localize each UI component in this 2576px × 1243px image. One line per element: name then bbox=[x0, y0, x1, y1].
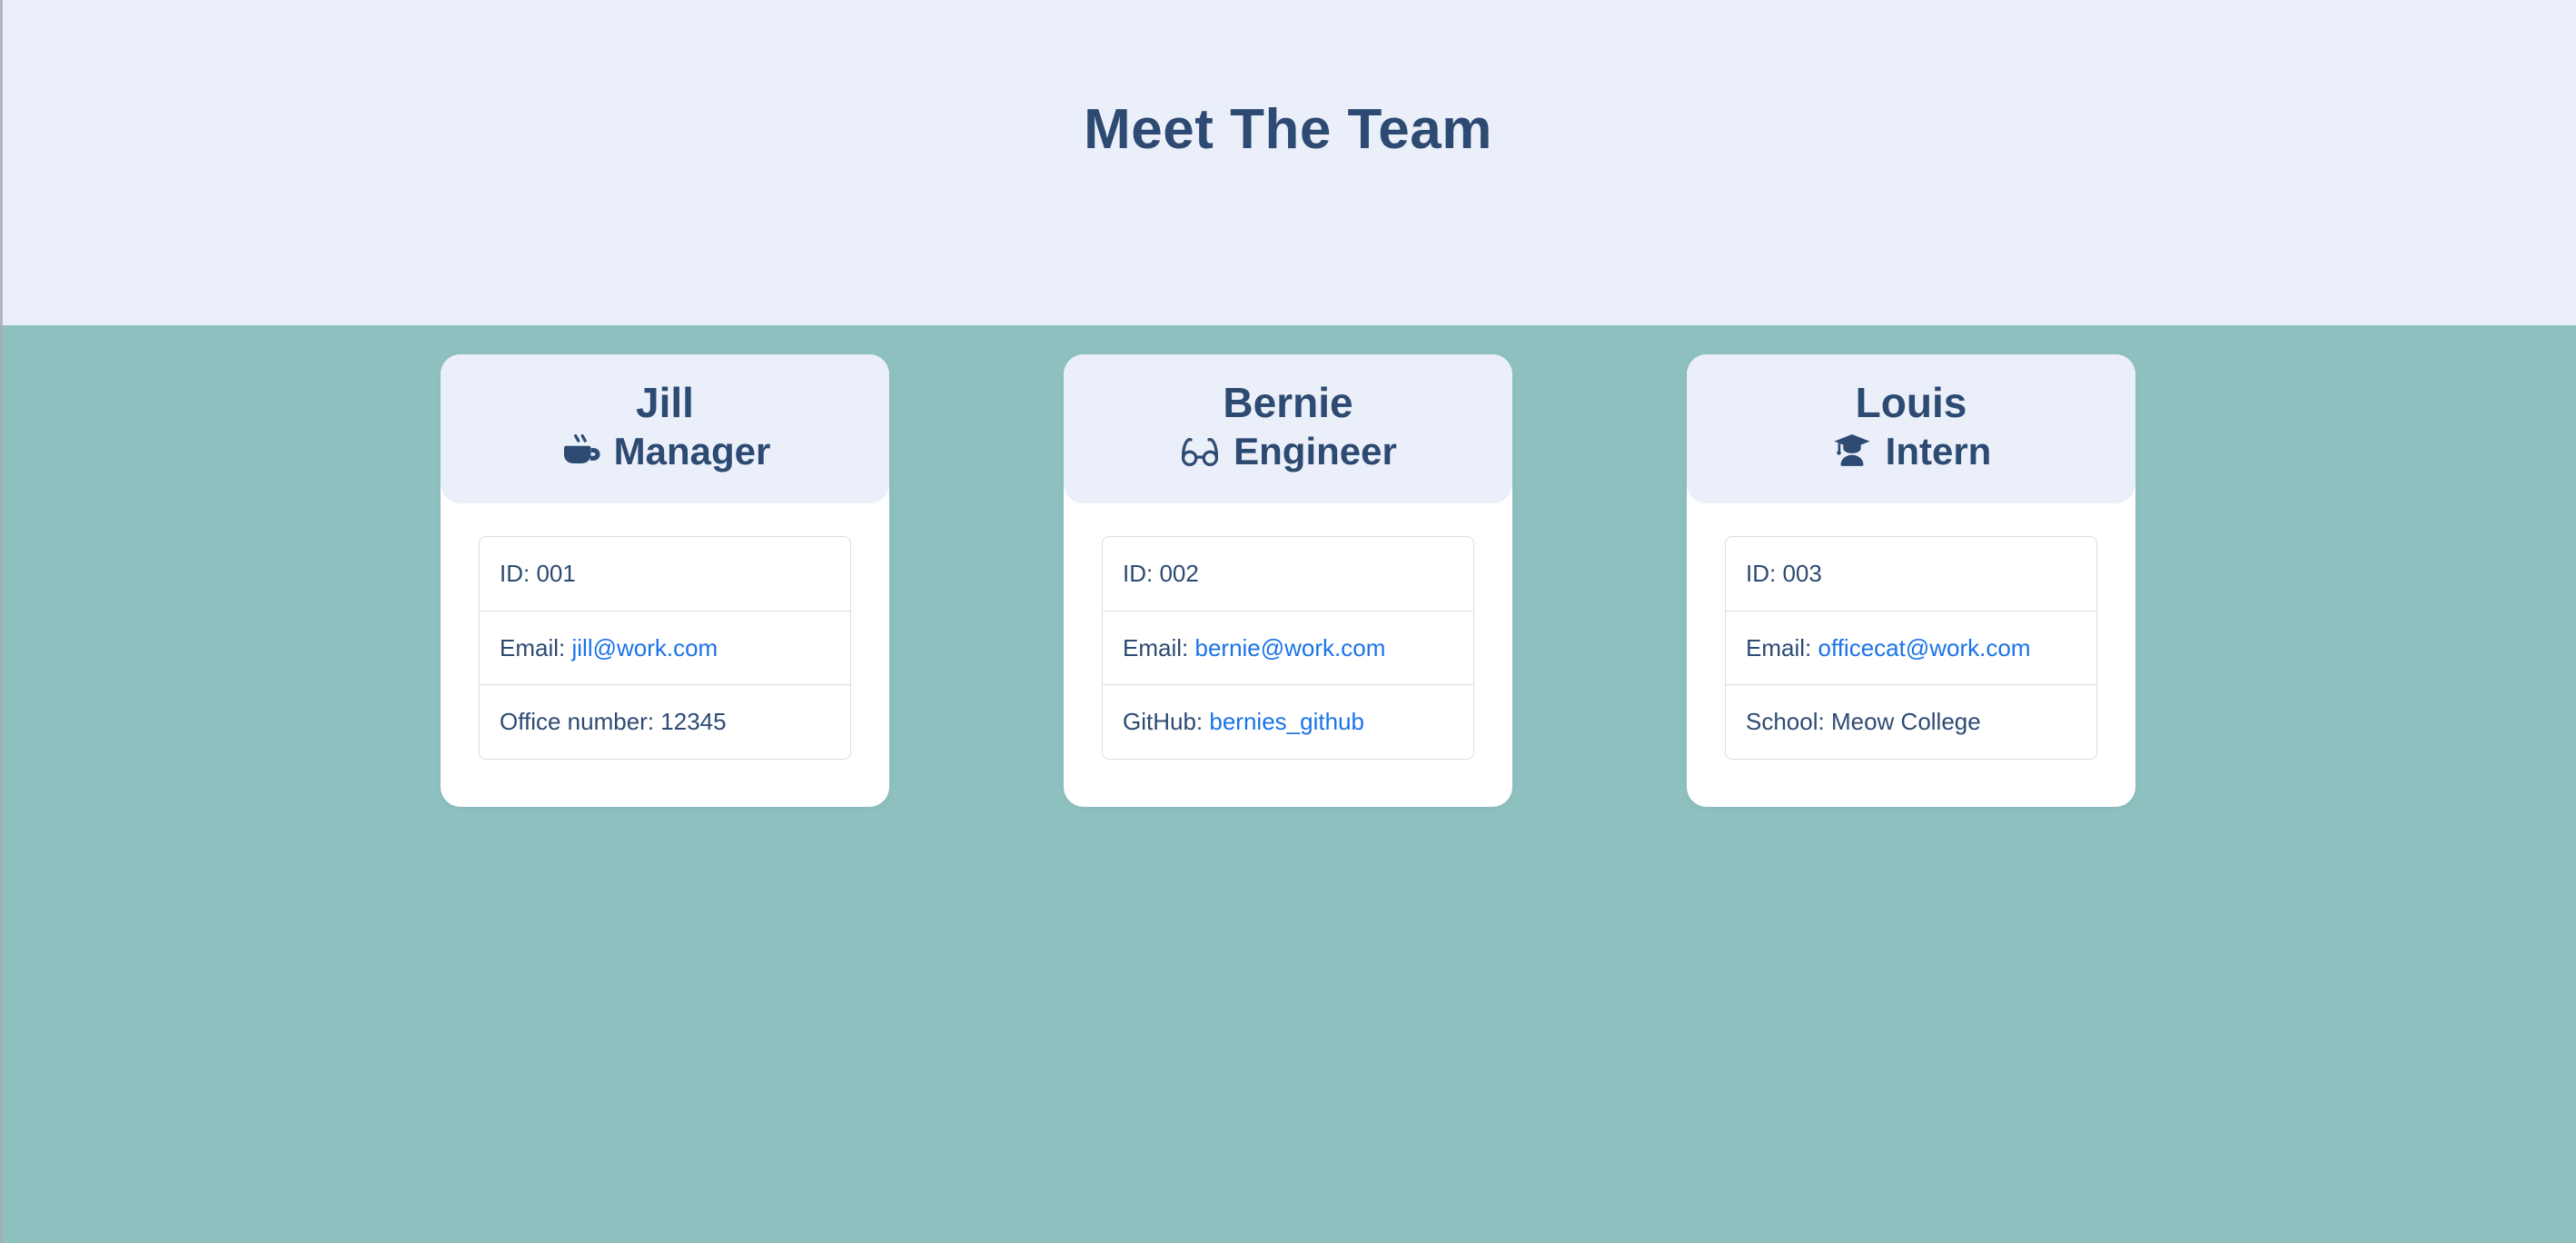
member-info-table: ID: 003 Email: officecat@work.com School: … bbox=[1725, 536, 2097, 760]
member-info-value: 12345 bbox=[660, 708, 727, 736]
member-info-label: ID: bbox=[1746, 560, 1777, 588]
member-info-row: School: Meow College bbox=[1726, 684, 2096, 759]
card-header: Jill Manager bbox=[441, 354, 889, 504]
member-info-table: ID: 001 Email: jill@work.com Office number… bbox=[479, 536, 851, 760]
member-info-link[interactable]: bernies_github bbox=[1209, 708, 1364, 735]
member-info-value: 001 bbox=[536, 560, 576, 588]
member-name: Louis bbox=[1855, 379, 1967, 426]
page-title: Meet The Team bbox=[1084, 98, 1492, 161]
member-info-row: Email: jill@work.com bbox=[480, 610, 850, 685]
member-role-line: Manager bbox=[457, 431, 873, 472]
team-member-card: Bernie Engineer ID: 002 Email: bernie@work.… bbox=[1064, 354, 1512, 807]
card-header: Bernie Engineer bbox=[1064, 354, 1512, 504]
member-role: Engineer bbox=[1234, 430, 1397, 473]
member-info-link[interactable]: jill@work.com bbox=[571, 634, 718, 661]
member-info-label: Email: bbox=[500, 633, 566, 661]
member-info-row: ID: 002 bbox=[1103, 537, 1473, 611]
member-info-row: Office number: 12345 bbox=[480, 684, 850, 759]
member-info-label: ID: bbox=[500, 560, 530, 588]
member-info-link[interactable]: officecat@work.com bbox=[1818, 634, 2030, 661]
card-body: ID: 003 Email: officecat@work.com School: … bbox=[1687, 503, 2135, 807]
member-info-row: GitHub: bernies_github bbox=[1103, 684, 1473, 759]
eyeglasses-icon bbox=[1179, 431, 1221, 472]
member-name: Jill bbox=[636, 379, 694, 426]
member-name: Bernie bbox=[1223, 379, 1353, 426]
team-member-card: Louis Intern ID: 003 Email: officecat@work.… bbox=[1687, 354, 2135, 807]
member-info-label: Email: bbox=[1123, 633, 1189, 661]
card-header: Louis Intern bbox=[1687, 354, 2135, 504]
team-member-card: Jill Manager ID: 001 Email: jill@work.com Of… bbox=[441, 354, 889, 807]
member-info-label: Office number: bbox=[500, 708, 655, 736]
coffee-cup-icon bbox=[560, 431, 601, 472]
member-role: Manager bbox=[613, 430, 771, 473]
member-role: Intern bbox=[1885, 430, 1992, 473]
member-info-label: GitHub: bbox=[1123, 708, 1204, 736]
member-info-value: Meow College bbox=[1830, 708, 1981, 736]
member-info-row: ID: 003 bbox=[1726, 537, 2096, 611]
member-info-link[interactable]: bernie@work.com bbox=[1194, 634, 1385, 661]
team-member-card-list: Jill Manager ID: 001 Email: jill@work.com Of… bbox=[0, 354, 2576, 807]
viewport-left-border bbox=[0, 0, 3, 1243]
member-role-line: Engineer bbox=[1080, 431, 1496, 472]
member-info-label: School: bbox=[1746, 708, 1825, 736]
card-body: ID: 002 Email: bernie@work.com GitHub: ber… bbox=[1064, 503, 1512, 807]
card-body: ID: 001 Email: jill@work.com Office number… bbox=[441, 503, 889, 807]
page-header-band: Meet The Team bbox=[0, 0, 2576, 325]
member-info-value: 002 bbox=[1159, 560, 1199, 588]
member-info-table: ID: 002 Email: bernie@work.com GitHub: ber… bbox=[1102, 536, 1474, 760]
member-info-value: 003 bbox=[1782, 560, 1822, 588]
member-info-row: Email: bernie@work.com bbox=[1103, 610, 1473, 685]
member-info-row: Email: officecat@work.com bbox=[1726, 610, 2096, 685]
graduate-student-icon bbox=[1831, 431, 1873, 472]
member-info-row: ID: 001 bbox=[480, 537, 850, 611]
member-info-label: ID: bbox=[1123, 560, 1154, 588]
member-info-label: Email: bbox=[1746, 633, 1812, 661]
member-role-line: Intern bbox=[1703, 431, 2119, 472]
